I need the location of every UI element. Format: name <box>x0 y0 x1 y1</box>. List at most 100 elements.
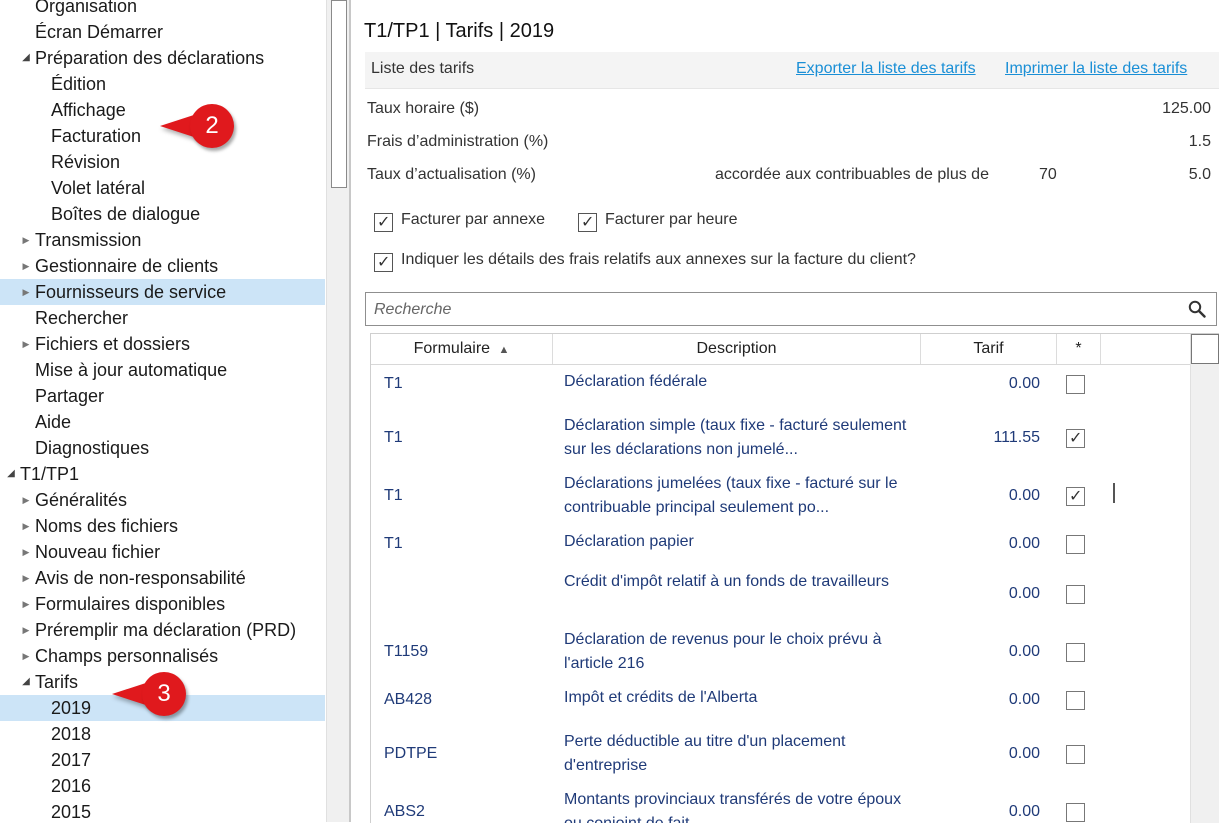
tree-item[interactable]: ◢ T1/TP1 <box>0 461 325 487</box>
print-list-link[interactable]: Imprimer la liste des tarifs <box>1005 60 1187 78</box>
row-checkbox[interactable] <box>1066 486 1085 506</box>
tree-item[interactable]: ▶ Fournisseurs de service <box>0 279 325 305</box>
cell-rate[interactable]: 0.00 <box>960 532 1040 556</box>
tree-item[interactable]: ▶ Fichiers et dossiers <box>0 331 325 357</box>
table-row[interactable]: PDTPE Perte déductible au titre d'un plac… <box>371 728 1191 780</box>
tree-item[interactable]: 2017 <box>0 747 325 773</box>
tree-item-label: Fournisseurs de service <box>35 282 227 302</box>
show-details-checkbox[interactable] <box>374 252 393 272</box>
collapsed-arrow-icon[interactable]: ▶ <box>20 513 32 539</box>
grid-scrollbar[interactable] <box>1190 334 1219 823</box>
tree-item-label: Champs personnalisés <box>35 646 219 666</box>
tree-item[interactable]: Boîtes de dialogue <box>0 201 325 227</box>
bill-by-hour-label: Facturer par heure <box>605 211 738 228</box>
collapsed-arrow-icon[interactable]: ▶ <box>20 617 32 643</box>
cell-rate[interactable]: 111.55 <box>960 426 1040 450</box>
tree-item[interactable]: Mise à jour automatique <box>0 357 325 383</box>
tree-item[interactable]: Organisation <box>0 0 325 19</box>
tree-item[interactable]: ▶ Généralités <box>0 487 325 513</box>
tree-item[interactable]: Écran Démarrer <box>0 19 325 45</box>
bill-by-schedule-checkbox[interactable] <box>374 212 393 232</box>
bill-by-hour-checkbox[interactable] <box>578 212 597 232</box>
search-box[interactable] <box>365 292 1217 326</box>
cell-description: Perte déductible au titre d'un placement… <box>564 733 846 774</box>
tree-item[interactable]: ▶ Gestionnaire de clients <box>0 253 325 279</box>
tree-item-label: Mise à jour automatique <box>35 360 228 380</box>
tree-item[interactable]: ◢ Préparation des déclarations <box>0 45 325 71</box>
cell-rate[interactable]: 0.00 <box>960 800 1040 823</box>
tree-item[interactable]: Rechercher <box>0 305 325 331</box>
table-row[interactable]: Crédit d'impôt relatif à un fonds de tra… <box>371 568 1191 620</box>
row-checkbox[interactable] <box>1066 535 1085 554</box>
row-checkbox[interactable] <box>1066 428 1085 448</box>
tree-item[interactable]: ▶ Transmission <box>0 227 325 253</box>
collapsed-arrow-icon[interactable]: ▶ <box>20 331 32 357</box>
cell-rate[interactable]: 0.00 <box>960 688 1040 712</box>
collapsed-arrow-icon[interactable]: ▶ <box>20 253 32 279</box>
admin-fee-value[interactable]: 1.5 <box>1189 133 1211 151</box>
tree-item[interactable]: ▶ Noms des fichiers <box>0 513 325 539</box>
tree-scrollbar[interactable] <box>326 0 349 822</box>
tree-item[interactable]: Partager <box>0 383 325 409</box>
column-header-form[interactable]: Formulaire ▲ <box>371 334 553 364</box>
collapsed-arrow-icon[interactable]: ▶ <box>20 279 32 305</box>
expanded-arrow-icon[interactable]: ◢ <box>20 669 32 695</box>
tree-item[interactable]: ▶ Nouveau fichier <box>0 539 325 565</box>
discount-rate-value[interactable]: 5.0 <box>1189 166 1211 184</box>
row-checkbox[interactable] <box>1066 375 1085 394</box>
tree-item[interactable]: Volet latéral <box>0 175 325 201</box>
collapsed-arrow-icon[interactable]: ▶ <box>20 539 32 565</box>
tree-item[interactable]: 2015 <box>0 799 325 822</box>
panel-divider[interactable] <box>349 0 351 822</box>
collapsed-arrow-icon[interactable]: ▶ <box>20 565 32 591</box>
tree-item-label: Avis de non-responsabilité <box>35 568 246 588</box>
rates-grid: Formulaire ▲ Description Tarif * T1 Décla… <box>370 333 1219 823</box>
collapsed-arrow-icon[interactable]: ▶ <box>20 643 32 669</box>
tree-item[interactable]: ▶ Formulaires disponibles <box>0 591 325 617</box>
row-checkbox[interactable] <box>1066 803 1085 822</box>
grid-corner-box[interactable] <box>1191 334 1219 364</box>
table-row[interactable]: T1 Déclaration papier 0.00 <box>371 528 1191 564</box>
tree-item[interactable]: 2018 <box>0 721 325 747</box>
search-input[interactable] <box>372 298 1176 322</box>
tree-item[interactable]: ▶ Avis de non-responsabilité <box>0 565 325 591</box>
table-row[interactable]: T1 Déclarations jumelées (taux fixe - fac… <box>371 470 1191 522</box>
cell-rate[interactable]: 0.00 <box>960 742 1040 766</box>
tree-item-label: 2018 <box>51 724 92 744</box>
expanded-arrow-icon[interactable]: ◢ <box>5 461 17 487</box>
row-checkbox[interactable] <box>1066 691 1085 710</box>
table-row[interactable]: T1 Déclaration simple (taux fixe - factur… <box>371 412 1191 464</box>
tree-item[interactable]: Aide <box>0 409 325 435</box>
tree-item[interactable]: Révision <box>0 149 325 175</box>
column-resize-handle[interactable] <box>1113 483 1115 503</box>
column-header-rate[interactable]: Tarif <box>921 334 1057 364</box>
tree-item[interactable]: Diagnostiques <box>0 435 325 461</box>
cell-rate[interactable]: 0.00 <box>960 582 1040 606</box>
table-row[interactable]: T1159 Déclaration de revenus pour le choi… <box>371 626 1191 678</box>
table-row[interactable]: AB428 Impôt et crédits de l'Alberta 0.00 <box>371 684 1191 720</box>
tree-item[interactable]: ▶ Préremplir ma déclaration (PRD) <box>0 617 325 643</box>
row-checkbox[interactable] <box>1066 585 1085 604</box>
cell-rate[interactable]: 0.00 <box>960 484 1040 508</box>
cell-rate[interactable]: 0.00 <box>960 640 1040 664</box>
discount-age-value[interactable]: 70 <box>1039 166 1057 184</box>
column-header-description[interactable]: Description <box>553 334 921 364</box>
cell-rate[interactable]: 0.00 <box>960 372 1040 396</box>
table-row[interactable]: T1 Déclaration fédérale 0.00 <box>371 368 1191 404</box>
tree-item[interactable]: ▶ Champs personnalisés <box>0 643 325 669</box>
search-icon[interactable] <box>1188 300 1206 318</box>
collapsed-arrow-icon[interactable]: ▶ <box>20 487 32 513</box>
cell-form: AB428 <box>384 691 433 708</box>
collapsed-arrow-icon[interactable]: ▶ <box>20 591 32 617</box>
tree-scrollbar-thumb[interactable] <box>331 0 347 188</box>
tree-item[interactable]: 2016 <box>0 773 325 799</box>
collapsed-arrow-icon[interactable]: ▶ <box>20 227 32 253</box>
table-row[interactable]: ABS2 Montants provinciaux transférés de v… <box>371 786 1191 823</box>
tree-item[interactable]: Édition <box>0 71 325 97</box>
hourly-rate-value[interactable]: 125.00 <box>1162 100 1211 118</box>
row-checkbox[interactable] <box>1066 643 1085 662</box>
row-checkbox[interactable] <box>1066 745 1085 764</box>
export-list-link[interactable]: Exporter la liste des tarifs <box>796 60 976 78</box>
expanded-arrow-icon[interactable]: ◢ <box>20 45 32 71</box>
column-header-star[interactable]: * <box>1057 334 1101 364</box>
